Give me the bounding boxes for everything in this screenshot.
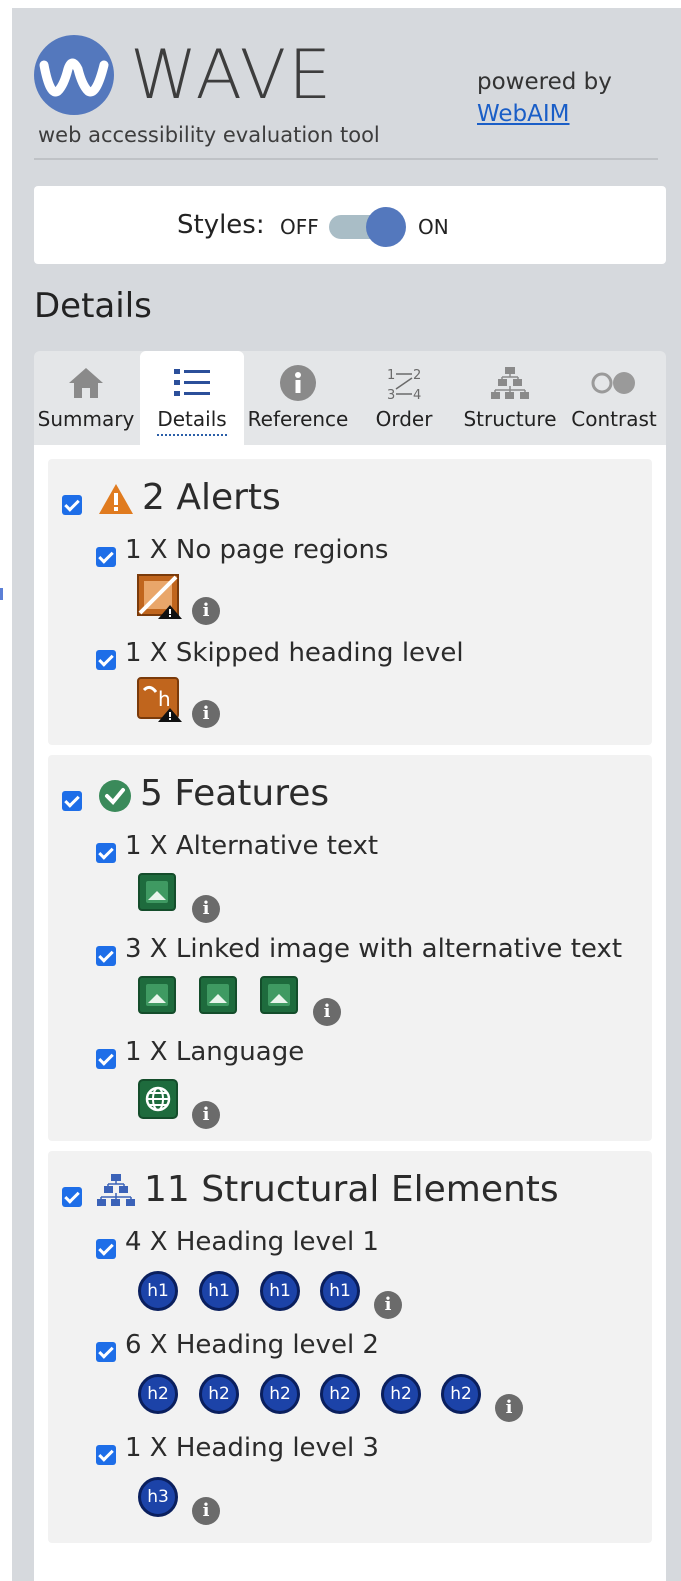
tab-reference-label: Reference [247,407,349,431]
language-label: 1 X Language [125,1037,305,1067]
structure-icon [458,363,562,403]
powered-by: powered by WebAIM [477,66,612,130]
features-section: 5 Features 1 X Alternative text i 3 X Li… [48,755,652,1141]
svg-text:4: 4 [413,388,421,402]
tab-summary[interactable]: Summary [34,351,138,445]
wave-sidebar: WAVE web accessibility evaluation tool p… [12,8,681,1581]
svg-text:2: 2 [413,368,421,383]
contrast-icon [562,363,666,403]
linked-image-label: 3 X Linked image with alternative text [125,934,623,964]
h2-badge-icon[interactable]: h2 [260,1374,300,1414]
heading-level-2-checkbox[interactable] [96,1342,116,1362]
no-page-regions-icon[interactable] [136,573,184,625]
tab-reference[interactable]: Reference [246,351,350,445]
linked-image-icon[interactable] [138,976,176,1014]
h2-badge-icon[interactable]: h2 [320,1374,360,1414]
tab-contrast-label: Contrast [571,407,657,431]
tab-contrast[interactable]: Contrast [562,351,666,445]
alerts-title: 2 Alerts [142,477,281,518]
structure-tree-icon [96,1173,136,1211]
structure-section: 11 Structural Elements 4 X Heading level… [48,1151,652,1543]
styles-off-label: OFF [280,215,319,239]
styles-toggle-box: Styles: OFF ON [34,186,666,264]
tab-order[interactable]: 1 2 3 4 Order [352,351,456,445]
tab-bar: Summary Details Reference 1 2 3 4 Order Str… [34,351,666,445]
list-icon [140,363,244,403]
heading-level-3-checkbox[interactable] [96,1445,116,1465]
language-info-icon[interactable]: i [192,1101,220,1129]
tab-details-label: Details [132,407,252,436]
tagline: web accessibility evaluation tool [38,123,380,147]
details-title: Details [34,286,152,326]
details-content: 2 Alerts 1 X No page regions i 1 X Skipp… [34,445,666,1581]
styles-on-label: ON [418,215,449,239]
tab-order-label: Order [375,407,433,431]
h2-badge-icon[interactable]: h2 [441,1374,481,1414]
tab-structure[interactable]: Structure [458,351,562,445]
linked-image-icon[interactable] [260,976,298,1014]
svg-text:3: 3 [387,388,395,402]
home-icon [34,363,138,403]
skipped-heading-checkbox[interactable] [96,650,116,670]
alert-icon [98,483,134,519]
no-page-regions-info-icon[interactable]: i [192,597,220,625]
heading-level-1-checkbox[interactable] [96,1239,116,1259]
skipped-heading-info-icon[interactable]: i [192,700,220,728]
webaim-link[interactable]: WebAIM [477,98,612,130]
svg-text:h: h [158,687,171,711]
info-icon [246,363,350,403]
heading-level-1-info-icon[interactable]: i [374,1291,402,1319]
features-checkbox[interactable] [62,791,82,811]
heading-level-2-label: 6 X Heading level 2 [125,1330,379,1360]
h1-badge-icon[interactable]: h1 [138,1271,178,1311]
heading-level-2-info-icon[interactable]: i [495,1394,523,1422]
alerts-checkbox[interactable] [62,495,82,515]
heading-level-3-info-icon[interactable]: i [192,1497,220,1525]
alternative-text-checkbox[interactable] [96,843,116,863]
wave-header: WAVE web accessibility evaluation tool p… [34,30,658,160]
alternative-text-info-icon[interactable]: i [192,895,220,923]
structure-title: 11 Structural Elements [144,1169,559,1210]
language-checkbox[interactable] [96,1049,116,1069]
feature-check-icon [98,779,132,817]
heading-level-1-label: 4 X Heading level 1 [125,1227,379,1257]
linked-image-checkbox[interactable] [96,946,116,966]
tab-summary-label: Summary [37,407,135,431]
h1-badge-icon[interactable]: h1 [199,1271,239,1311]
alternative-text-image-icon[interactable] [138,873,176,911]
order-icon: 1 2 3 4 [352,363,456,403]
tab-structure-label: Structure [463,407,557,431]
svg-text:1: 1 [387,368,395,383]
h3-badge-icon[interactable]: h3 [138,1477,178,1517]
h1-badge-icon[interactable]: h1 [320,1271,360,1311]
no-page-regions-checkbox[interactable] [96,547,116,567]
features-title: 5 Features [140,773,330,814]
alternative-text-label: 1 X Alternative text [125,831,379,861]
skipped-heading-icon[interactable]: h [136,676,184,728]
skipped-heading-label: 1 X Skipped heading level [125,638,464,668]
tab-details[interactable]: Details [140,351,244,445]
linked-image-icon[interactable] [199,976,237,1014]
styles-label: Styles: [177,210,265,240]
h2-badge-icon[interactable]: h2 [138,1374,178,1414]
structure-checkbox[interactable] [62,1187,82,1207]
language-globe-icon[interactable] [138,1079,178,1123]
wave-logo-icon [34,35,114,115]
wave-logo-text: WAVE [130,36,334,115]
styles-toggle-knob[interactable] [366,207,406,247]
page-edge-marker [0,588,3,600]
alerts-section: 2 Alerts 1 X No page regions i 1 X Skipp… [48,459,652,745]
heading-level-3-label: 1 X Heading level 3 [125,1433,379,1463]
linked-image-info-icon[interactable]: i [313,998,341,1026]
h1-badge-icon[interactable]: h1 [260,1271,300,1311]
no-page-regions-label: 1 X No page regions [125,535,389,565]
h2-badge-icon[interactable]: h2 [381,1374,421,1414]
powered-by-label: powered by [477,69,612,95]
h2-badge-icon[interactable]: h2 [199,1374,239,1414]
